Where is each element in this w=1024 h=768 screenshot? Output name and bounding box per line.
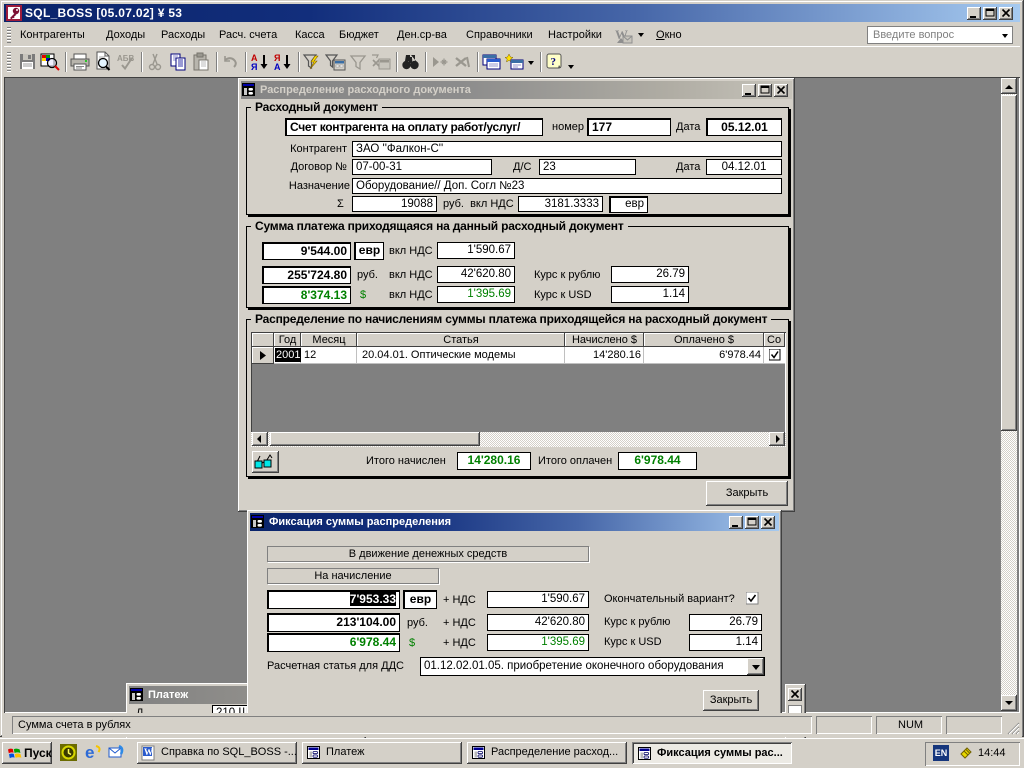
- svg-text:e: e: [85, 743, 94, 762]
- svg-text:?: ?: [551, 56, 557, 68]
- svg-text:Я: Я: [251, 62, 257, 72]
- svg-text:А: А: [274, 62, 281, 72]
- svg-text:W: W: [144, 747, 153, 757]
